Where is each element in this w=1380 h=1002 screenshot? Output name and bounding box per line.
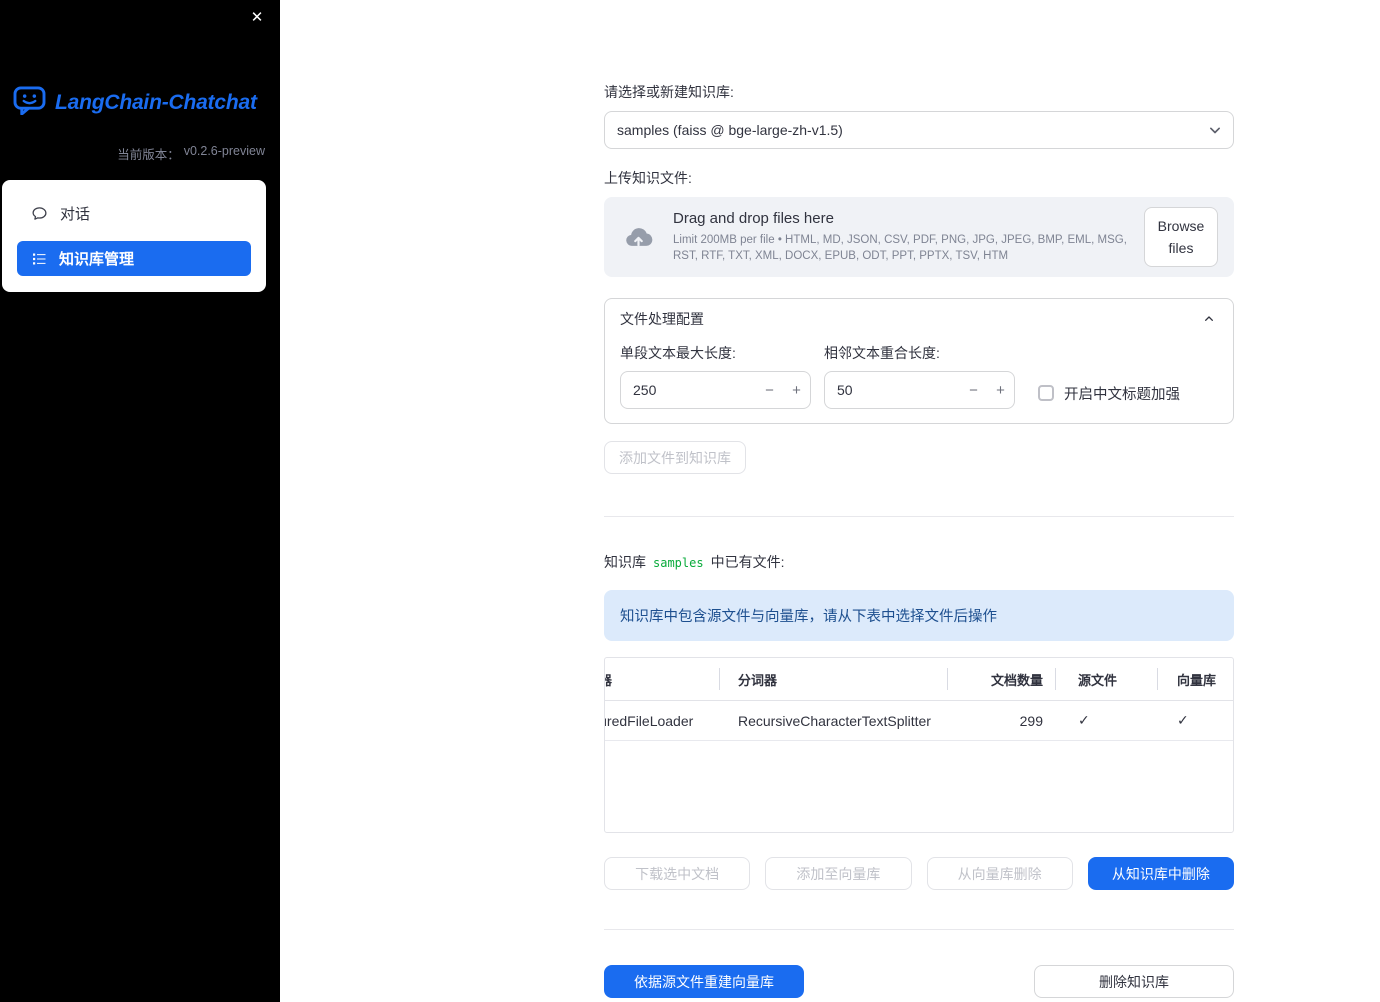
download-selected-button[interactable]: 下载选中文档 xyxy=(604,857,751,890)
browse-files-button[interactable]: Browse files xyxy=(1144,206,1218,268)
divider xyxy=(604,516,1234,517)
minus-button[interactable]: − xyxy=(960,382,987,399)
add-files-to-kb-button[interactable]: 添加文件到知识库 xyxy=(604,441,746,474)
files-table: 文档加载器 分词器 文档数量 源文件 向量库 UnstructuredFileL… xyxy=(604,657,1234,833)
table-header-row: 文档加载器 分词器 文档数量 源文件 向量库 xyxy=(605,658,1233,701)
menu-item-label: 知识库管理 xyxy=(59,251,135,268)
add-to-vector-store-button[interactable]: 添加至向量库 xyxy=(765,857,912,890)
chat-bubble-icon xyxy=(31,205,48,222)
content-column: 请选择或新建知识库: samples (faiss @ bge-large-zh… xyxy=(604,0,1234,998)
sidebar: ✕ LangChain-Chatchat 当前版本： v0.2.6-previe… xyxy=(0,0,280,1002)
chevron-up-icon xyxy=(1201,311,1217,327)
overlap-size-value[interactable]: 50 xyxy=(825,382,960,398)
expander-title: 文件处理配置 xyxy=(620,311,704,327)
overlap-size-label: 相邻文本重合长度: xyxy=(824,345,940,361)
version-value: v0.2.6-preview xyxy=(183,144,265,158)
dropzone-limits: Limit 200MB per file • HTML, MD, JSON, C… xyxy=(673,233,1127,262)
files-table-scroll-content: 文档加载器 分词器 文档数量 源文件 向量库 UnstructuredFileL… xyxy=(605,658,1233,832)
delete-kb-button[interactable]: 删除知识库 xyxy=(1034,965,1234,998)
list-task-icon xyxy=(31,251,47,267)
sidebar-menu: 对话 知识库管理 xyxy=(2,180,266,292)
expander-header[interactable]: 文件处理配置 xyxy=(605,299,1233,335)
kb-select-label: 请选择或新建知识库: xyxy=(604,84,734,100)
file-config-expander: 文件处理配置 单段文本最大长度: 250 − + 相邻文本重合长度: 50 − … xyxy=(604,298,1234,424)
zh-title-enhance-checkbox[interactable] xyxy=(1038,385,1054,401)
cell-loader: UnstructuredFileLoader xyxy=(605,712,694,729)
zh-title-enhance-field: 开启中文标题加强 xyxy=(1028,377,1180,409)
plus-button[interactable]: + xyxy=(987,382,1014,399)
table-empty-area xyxy=(605,741,1233,832)
main-area: 请选择或新建知识库: samples (faiss @ bge-large-zh… xyxy=(280,0,1380,1002)
kb-files-heading: 知识库 samples 中已有文件: xyxy=(604,552,1234,572)
minus-button[interactable]: − xyxy=(756,382,783,399)
cell-docs-count: 299 xyxy=(1019,712,1043,729)
version-text: 当前版本： v0.2.6-preview xyxy=(0,120,280,163)
delete-from-kb-button[interactable]: 从知识库中删除 xyxy=(1087,857,1234,890)
kb-name-code: samples xyxy=(653,556,704,570)
chevron-down-icon xyxy=(1205,120,1225,140)
app-root: ✕ LangChain-Chatchat 当前版本： v0.2.6-previe… xyxy=(0,0,1380,1002)
menu-item-label: 对话 xyxy=(60,206,91,223)
close-icon: ✕ xyxy=(250,9,264,26)
chunk-size-field: 单段文本最大长度: 250 − + xyxy=(620,343,811,409)
overlap-size-input[interactable]: 50 − + xyxy=(824,371,1015,409)
cloud-upload-icon xyxy=(620,222,657,253)
upload-label: 上传知识文件: xyxy=(604,170,692,186)
cell-splitter: RecursiveCharacterTextSplitter xyxy=(738,712,931,729)
zh-title-enhance-label: 开启中文标题加强 xyxy=(1064,386,1180,403)
rebuild-vector-store-button[interactable]: 依据源文件重建向量库 xyxy=(604,965,804,998)
expander-body: 单段文本最大长度: 250 − + 相邻文本重合长度: 50 − + 开启中文标… xyxy=(605,335,1233,423)
delete-from-vector-store-button[interactable]: 从向量库删除 xyxy=(926,857,1073,890)
overlap-size-field: 相邻文本重合长度: 50 − + xyxy=(824,343,1015,409)
version-label: 当前版本： xyxy=(117,148,180,162)
file-action-buttons: 下载选中文档 添加至向量库 从向量库删除 从知识库中删除 xyxy=(604,857,1234,890)
kb-footer-buttons: 依据源文件重建向量库 删除知识库 xyxy=(604,965,1234,998)
app-logo: LangChain-Chatchat xyxy=(13,86,268,120)
col-header-docs-count[interactable]: 文档数量 xyxy=(948,658,1056,700)
info-banner: 知识库中包含源文件与向量库，请从下表中选择文件后操作 xyxy=(604,590,1234,641)
kb-files-suffix: 中已有文件: xyxy=(710,554,785,570)
cell-vector-store-check: ✓ xyxy=(1177,712,1189,728)
kb-select-value: samples (faiss @ bge-large-zh-v1.5) xyxy=(617,122,843,138)
col-header-vector-store[interactable]: 向量库 xyxy=(1158,658,1233,700)
dropzone-title: Drag and drop files here xyxy=(673,209,834,227)
plus-button[interactable]: + xyxy=(783,382,810,399)
sidebar-close-button[interactable]: ✕ xyxy=(246,6,268,28)
menu-item-dialogue[interactable]: 对话 xyxy=(17,196,251,231)
logo-chat-smiley-icon xyxy=(13,86,46,120)
kb-files-prefix: 知识库 xyxy=(604,554,646,570)
col-header-splitter[interactable]: 分词器 xyxy=(720,658,948,700)
kb-selectbox[interactable]: samples (faiss @ bge-large-zh-v1.5) xyxy=(604,111,1234,149)
logo-text: LangChain-Chatchat xyxy=(55,91,257,114)
chunk-size-value[interactable]: 250 xyxy=(621,382,756,398)
cell-source-file-check: ✓ xyxy=(1078,712,1090,728)
chunk-size-label: 单段文本最大长度: xyxy=(620,345,736,361)
table-row[interactable]: UnstructuredFileLoader RecursiveCharacte… xyxy=(605,701,1233,741)
divider xyxy=(604,929,1234,930)
dropzone-text: Drag and drop files here Limit 200MB per… xyxy=(673,210,1128,264)
col-header-source-file[interactable]: 源文件 xyxy=(1056,658,1158,700)
col-header-loader[interactable]: 文档加载器 xyxy=(605,658,720,700)
file-dropzone[interactable]: Drag and drop files here Limit 200MB per… xyxy=(604,197,1234,277)
chunk-size-input[interactable]: 250 − + xyxy=(620,371,811,409)
menu-item-knowledge-base[interactable]: 知识库管理 xyxy=(17,241,251,276)
